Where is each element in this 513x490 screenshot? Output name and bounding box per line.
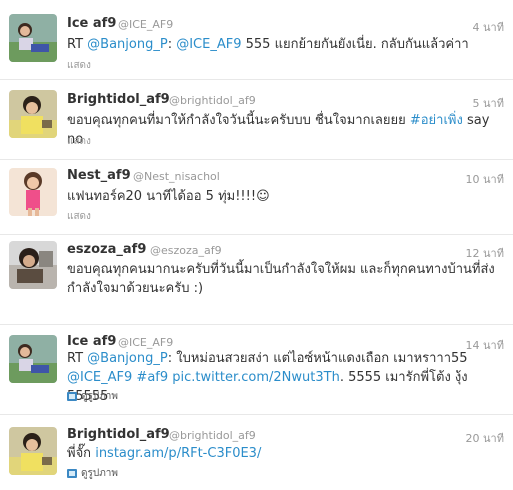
avatar[interactable] [9, 427, 57, 475]
tweet-text-run: 555 แยกย้ายกันยังเนี่ย. กลับกันแล้วค่าา [241, 37, 469, 52]
expand-link[interactable]: แสดง [67, 209, 91, 224]
tweet-link[interactable]: @ICE_AF9 [176, 37, 241, 52]
tweet-item[interactable]: eszoza_af9 @eszoza_af9 12 นาที ขอบคุณทุก… [0, 235, 513, 325]
tweet-timeline: Ice af9 @ICE_AF9 4 นาที RT @Banjong_P: @… [0, 0, 513, 490]
photo-icon [67, 392, 77, 401]
tweet-link[interactable]: instagr.am/p/RFt-C3F0E3/ [95, 446, 261, 461]
tweet-link[interactable]: @Banjong_P [87, 351, 168, 366]
tweet-link[interactable]: #af9 [136, 370, 168, 385]
view-photo-label: ดูรูปภาพ [81, 468, 119, 479]
tweet-link[interactable]: @Banjong_P [87, 37, 168, 52]
tweet-link[interactable]: #อย่าเพิ่ง [410, 113, 463, 128]
avatar[interactable] [9, 14, 57, 62]
tweet-text-run: ☺ [256, 189, 270, 204]
tweet-author-handle[interactable]: @eszoza_af9 [150, 244, 222, 257]
tweet-author-name[interactable]: eszoza_af9 [67, 242, 146, 257]
tweet-text-run: แฟนทอร์ค20 นาทีได้ออ 5 ทุ่ม!!!! [67, 189, 257, 204]
tweet-text-run: : [167, 37, 177, 52]
tweet-text: RT @Banjong_P: @ICE_AF9 555 แยกย้ายกันยั… [67, 35, 507, 54]
tweet-item[interactable]: Nest_af9 @Nest_nisachol 10 นาที แฟนทอร์ค… [0, 160, 513, 235]
view-photo-link[interactable]: ดูรูปภาพ [67, 389, 118, 404]
tweet-text-run: RT [67, 351, 88, 366]
photo-icon [67, 469, 77, 478]
tweet-timestamp[interactable]: 5 นาที [473, 94, 504, 112]
tweet-item[interactable]: Ice af9 @ICE_AF9 14 นาที RT @Banjong_P: … [0, 325, 513, 415]
tweet-item[interactable]: Brightidol_af9 @brightidol_af9 5 นาที ขอ… [0, 80, 513, 160]
avatar[interactable] [9, 90, 57, 138]
tweet-text-run: RT [67, 37, 88, 52]
tweet-author-name[interactable]: Ice af9 [67, 334, 116, 349]
tweet-text-run: ขอบคุณทุกคนมากนะครับที่วันนี้มาเป็นกำลัง… [67, 262, 495, 296]
tweet-text: พี่จั๊ก instagr.am/p/RFt-C3F0E3/ [67, 444, 507, 463]
expand-link[interactable]: แสดง [67, 58, 91, 73]
tweet-author-handle[interactable]: @ICE_AF9 [118, 18, 173, 31]
tweet-text: ขอบคุณทุกคนมากนะครับที่วันนี้มาเป็นกำลัง… [67, 260, 507, 298]
avatar[interactable] [9, 335, 57, 383]
tweet-item[interactable]: Ice af9 @ICE_AF9 4 นาที RT @Banjong_P: @… [0, 0, 513, 80]
tweet-author-name[interactable]: Brightidol_af9 [67, 92, 170, 107]
tweet-text-run: : ใบหม่อนสวยสง่า แต่ไอซ์หน้าแดงเถือก เมา… [167, 351, 468, 366]
tweet-author-handle[interactable]: @ICE_AF9 [118, 336, 173, 349]
tweet-author-name[interactable]: Ice af9 [67, 16, 116, 31]
tweet-text-run: พี่จั๊ก [67, 446, 96, 461]
tweet-author-name[interactable]: Brightidol_af9 [67, 427, 170, 442]
tweet-timestamp[interactable]: 10 นาที [466, 170, 504, 188]
avatar[interactable] [9, 241, 57, 289]
tweet-text: ขอบคุณทุกคนที่มาให้กำลังใจวันนี้นะครับบบ… [67, 111, 507, 149]
avatar[interactable] [9, 168, 57, 216]
tweet-author-handle[interactable]: @brightidol_af9 [169, 429, 256, 442]
tweet-link[interactable]: @ICE_AF9 [67, 370, 132, 385]
tweet-author-handle[interactable]: @Nest_nisachol [133, 170, 220, 183]
view-photo-label: ดูรูปภาพ [81, 391, 119, 402]
tweet-timestamp[interactable]: 4 นาที [473, 18, 504, 36]
tweet-link[interactable]: pic.twitter.com/2Nwut3Th [172, 370, 340, 385]
tweet-item[interactable]: Brightidol_af9 @brightidol_af9 20 นาที พ… [0, 415, 513, 490]
expand-link[interactable]: แสดง [67, 134, 91, 149]
tweet-text: RT @Banjong_P: ใบหม่อนสวยสง่า แต่ไอซ์หน้… [67, 349, 507, 406]
tweet-text: แฟนทอร์ค20 นาทีได้ออ 5 ทุ่ม!!!!☺ [67, 187, 507, 206]
tweet-text-run: ขอบคุณทุกคนที่มาให้กำลังใจวันนี้นะครับบบ… [67, 113, 410, 128]
tweet-author-handle[interactable]: @brightidol_af9 [169, 94, 256, 107]
tweet-author-name[interactable]: Nest_af9 [67, 168, 131, 183]
view-photo-link[interactable]: ดูรูปภาพ [67, 466, 118, 481]
